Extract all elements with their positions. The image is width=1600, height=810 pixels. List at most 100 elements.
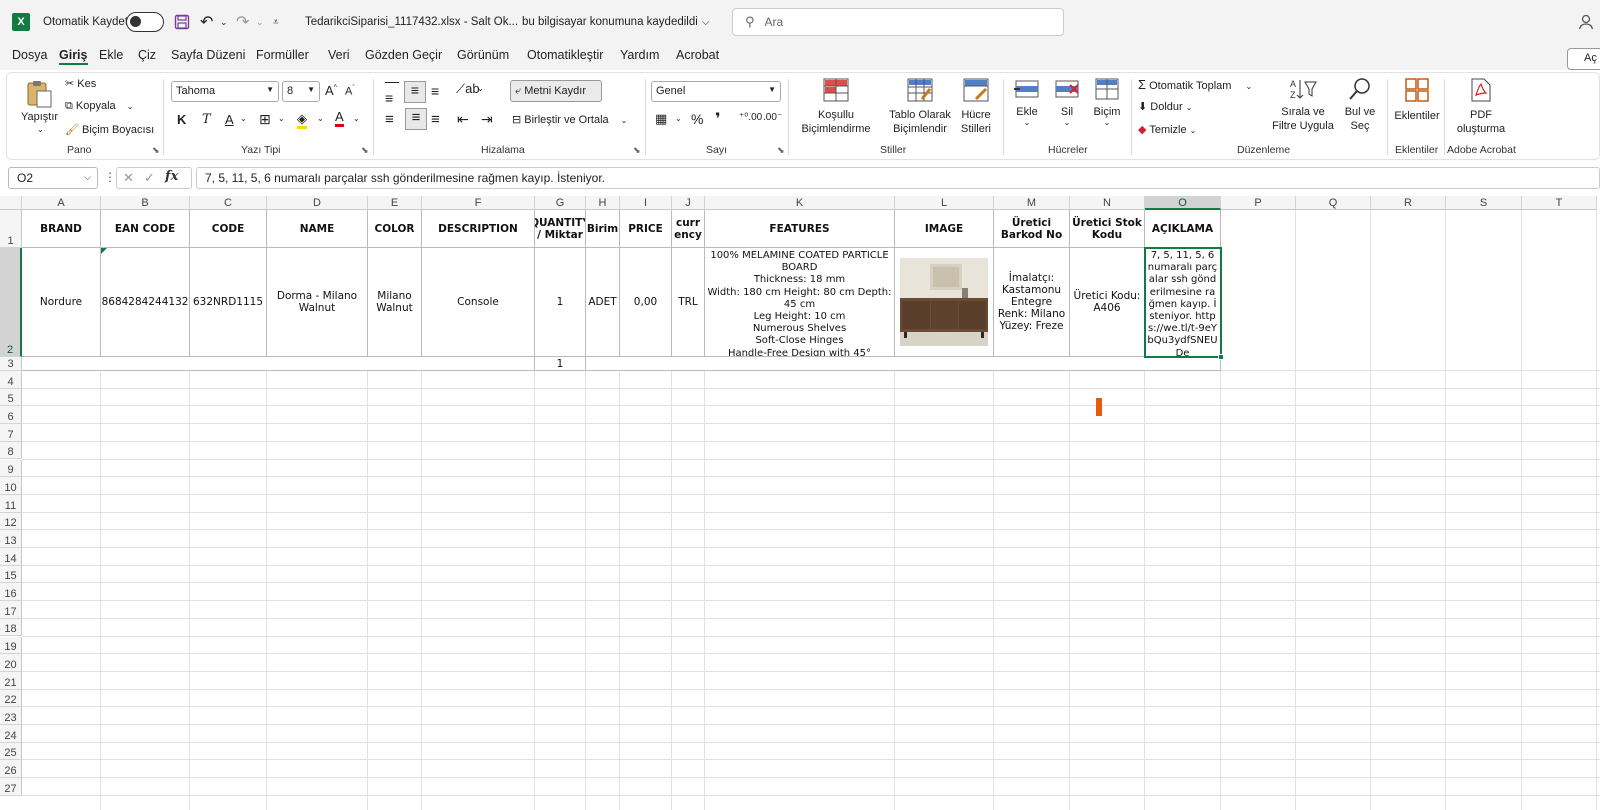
cell-description[interactable]: Console bbox=[422, 248, 535, 357]
column-header-h[interactable]: H bbox=[586, 196, 620, 210]
format-painter-button[interactable]: 🖌 Biçim Boyacısı bbox=[65, 123, 154, 136]
row-header-20[interactable]: 20 bbox=[0, 654, 22, 672]
row-header-22[interactable]: 22 bbox=[0, 689, 22, 708]
header-barcode-no[interactable]: Üretici Barkod No bbox=[994, 210, 1070, 248]
align-center-icon[interactable]: ≡ bbox=[405, 108, 427, 130]
column-header-o[interactable]: O bbox=[1145, 196, 1221, 210]
cell-code[interactable]: 632NRD1115 bbox=[190, 248, 267, 357]
menu-otomatiklestir[interactable]: Otomatikleştir bbox=[527, 48, 603, 62]
column-header-s[interactable]: S bbox=[1446, 196, 1522, 210]
chevron-down-icon[interactable]: ⌄ bbox=[477, 84, 484, 93]
column-header-b[interactable]: B bbox=[101, 196, 190, 210]
chevron-down-icon[interactable]: ⌄ bbox=[278, 114, 285, 123]
align-middle-icon[interactable]: ≡ bbox=[404, 81, 426, 103]
menu-formuller[interactable]: Formüller bbox=[256, 48, 309, 62]
cell-barcode-no[interactable]: İmalatçı: Kastamonu Entegre Renk: Milano… bbox=[994, 248, 1070, 357]
row-header-19[interactable]: 19 bbox=[0, 636, 22, 655]
undo-icon[interactable]: ↶ bbox=[200, 0, 213, 44]
row-header-9[interactable]: 9 bbox=[0, 459, 22, 478]
comma-style-button[interactable]: ❜ bbox=[715, 109, 721, 129]
row-header-26[interactable]: 26 bbox=[0, 760, 22, 779]
chevron-down-icon[interactable]: ⌄ bbox=[675, 114, 682, 123]
menu-veri[interactable]: Veri bbox=[328, 48, 350, 62]
row-header-17[interactable]: 17 bbox=[0, 601, 22, 619]
cell-quantity-total[interactable]: 1 bbox=[535, 357, 586, 371]
column-header-i[interactable]: I bbox=[620, 196, 672, 210]
row-header-23[interactable]: 23 bbox=[0, 707, 22, 725]
cell-price[interactable]: 0,00 bbox=[620, 248, 672, 357]
save-icon[interactable] bbox=[174, 0, 190, 44]
conditional-formatting-button[interactable]: Koşullu Biçimlendirme bbox=[794, 77, 878, 139]
find-select-button[interactable]: Bul ve Seç bbox=[1340, 77, 1380, 139]
shrink-font-icon[interactable]: Aˇ bbox=[345, 85, 355, 98]
italic-button[interactable]: T bbox=[202, 112, 211, 127]
decrease-indent-icon[interactable]: ⇤ bbox=[457, 111, 469, 128]
cell-name[interactable]: Dorma - Milano Walnut bbox=[267, 248, 368, 357]
cell-color[interactable]: Milano Walnut bbox=[368, 248, 422, 357]
cell-row3-blank[interactable] bbox=[22, 357, 535, 371]
user-icon[interactable] bbox=[1577, 0, 1595, 44]
column-header-j[interactable]: J bbox=[672, 196, 705, 210]
header-color[interactable]: COLOR bbox=[368, 210, 422, 248]
autosum-button[interactable]: Σ Otomatik Toplam ⌄ bbox=[1138, 77, 1252, 92]
row-header-12[interactable]: 12 bbox=[0, 512, 22, 531]
format-as-table-button[interactable]: Tablo Olarak Biçimlendir bbox=[879, 77, 961, 139]
insert-function-icon[interactable]: fx bbox=[165, 169, 178, 184]
delete-cells-button[interactable]: Sil ⌄ bbox=[1049, 77, 1085, 139]
enter-icon[interactable]: ✓ bbox=[144, 170, 155, 186]
cell-features[interactable]: 100% MELAMINE COATED PARTICLE BOARD Thic… bbox=[705, 248, 895, 357]
align-right-icon[interactable]: ≡ bbox=[431, 111, 440, 128]
cell-currency[interactable]: TRL bbox=[672, 248, 705, 357]
row-header-7[interactable]: 7 bbox=[0, 424, 22, 442]
increase-decimal-icon[interactable]: ⁺⁰.00 bbox=[739, 112, 762, 123]
column-header-t[interactable]: T bbox=[1522, 196, 1597, 210]
header-note[interactable]: AÇIKLAMA bbox=[1145, 210, 1221, 248]
save-status[interactable]: bu bilgisayar konumuna kaydedildi ⌵ bbox=[522, 0, 709, 44]
row-header-4[interactable]: 4 bbox=[0, 371, 22, 389]
header-image[interactable]: IMAGE bbox=[895, 210, 994, 248]
row-header-6[interactable]: 6 bbox=[0, 406, 22, 425]
row-header-24[interactable]: 24 bbox=[0, 725, 22, 743]
header-quantity[interactable]: QUANTITY / Miktar bbox=[535, 210, 586, 248]
row-header-15[interactable]: 15 bbox=[0, 565, 22, 584]
menu-sayfa-duzeni[interactable]: Sayfa Düzeni bbox=[171, 48, 245, 62]
redo-icon[interactable]: ↷ bbox=[236, 0, 249, 44]
column-header-e[interactable]: E bbox=[368, 196, 422, 210]
row-header-18[interactable]: 18 bbox=[0, 618, 22, 637]
column-header-q[interactable]: Q bbox=[1296, 196, 1371, 210]
column-header-c[interactable]: C bbox=[190, 196, 267, 210]
column-header-r[interactable]: R bbox=[1371, 196, 1446, 210]
font-size-select[interactable]: 8 ▼ bbox=[282, 81, 320, 102]
column-header-n[interactable]: N bbox=[1070, 196, 1145, 210]
row-header-1[interactable]: 1 bbox=[0, 210, 22, 248]
column-header-m[interactable]: M bbox=[994, 196, 1070, 210]
align-bottom-icon[interactable]: ≡ bbox=[431, 83, 439, 99]
font-color-icon[interactable]: A bbox=[335, 110, 344, 127]
undo-dropdown-icon[interactable]: ⌄ bbox=[220, 0, 228, 44]
cell-quantity[interactable]: 1 bbox=[535, 248, 586, 357]
header-description[interactable]: DESCRIPTION bbox=[422, 210, 535, 248]
menu-yardim[interactable]: Yardım bbox=[620, 48, 659, 62]
row-header-2[interactable]: 2 bbox=[0, 248, 22, 357]
header-brand[interactable]: BRAND bbox=[22, 210, 101, 248]
paste-button[interactable]: Yapıştır ⌄ bbox=[19, 77, 59, 137]
cancel-icon[interactable]: ✕ bbox=[123, 170, 134, 186]
more-options-icon[interactable]: ⋮ bbox=[104, 170, 116, 184]
chevron-down-icon[interactable]: ⌄ bbox=[353, 114, 360, 123]
column-header-a[interactable]: A bbox=[22, 196, 101, 210]
borders-icon[interactable]: ⊞ bbox=[259, 111, 271, 128]
spreadsheet-grid[interactable]: ABCDEFGHIJKLMNOPQRST 1 2 3 4 5 6 7 8 9 10 11 12 13 14… bbox=[0, 196, 1600, 810]
header-stock-code[interactable]: Üretici Stok Kodu bbox=[1070, 210, 1145, 248]
customize-toolbar-icon[interactable]: ⩡ bbox=[273, 0, 279, 44]
cell-brand[interactable]: Nordure bbox=[22, 248, 101, 357]
row-header-16[interactable]: 16 bbox=[0, 583, 22, 602]
sort-filter-button[interactable]: AZ Sırala ve Filtre Uygula bbox=[1268, 77, 1338, 139]
menu-ciz[interactable]: Çiz bbox=[138, 48, 156, 62]
number-format-select[interactable]: Genel ▼ bbox=[651, 81, 781, 102]
cell-ean[interactable]: 8684284244132 bbox=[101, 248, 190, 357]
share-button[interactable]: Aç bbox=[1567, 48, 1600, 70]
header-unit[interactable]: Birim bbox=[586, 210, 620, 248]
document-name[interactable]: TedarikciSiparisi_1117432.xlsx - Salt Ok… bbox=[305, 0, 518, 44]
dialog-launcher-icon[interactable]: ⬊ bbox=[361, 145, 369, 156]
cell-styles-button[interactable]: Hücre Stilleri bbox=[952, 77, 1000, 139]
